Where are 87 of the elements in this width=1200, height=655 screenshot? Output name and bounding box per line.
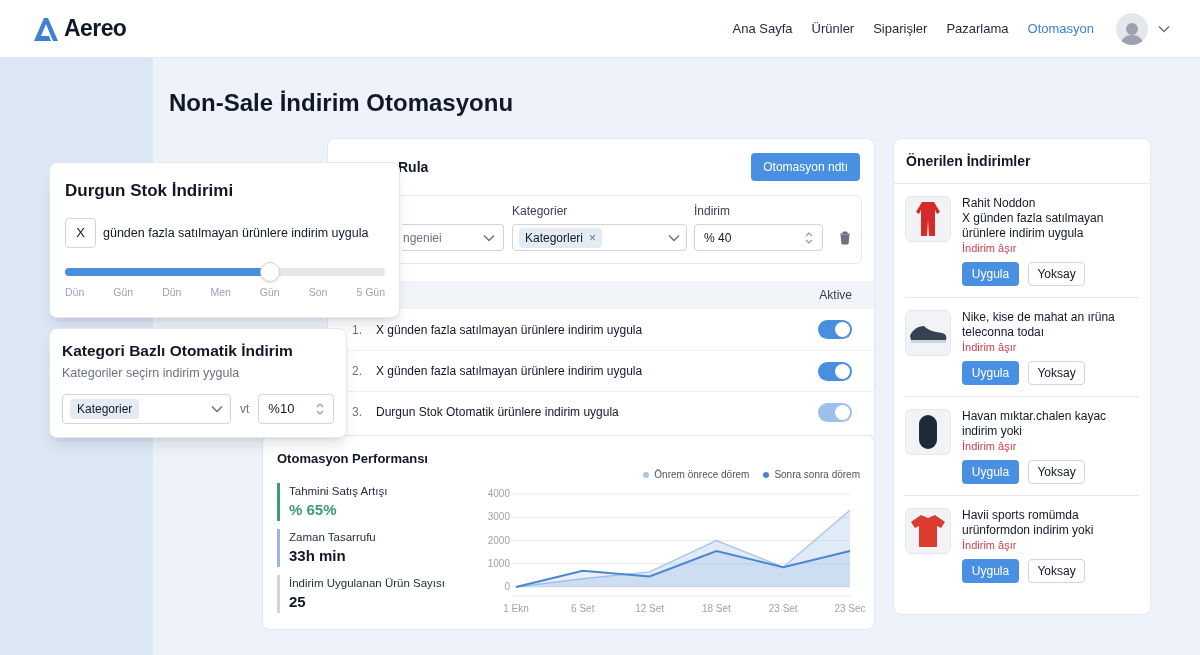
brand-name: Aereo	[64, 14, 127, 44]
suggestion-text: X günden fazla satılmayan ürünlere indirim uygula	[962, 211, 1105, 241]
mouse-drawing	[918, 414, 938, 450]
field-label: İndirim	[694, 203, 731, 220]
y-tick-label: 2000	[487, 534, 510, 546]
x-tick-label: 12 Set	[635, 603, 665, 614]
stepper-icon[interactable]	[316, 401, 324, 416]
scale-label: Gün	[259, 285, 280, 300]
chevron-down-icon	[211, 404, 223, 413]
x-tick-label: 6 Set	[571, 603, 595, 614]
rule-text: Durgun Stok Otomatik ürünlere indirim uygula	[376, 404, 620, 421]
product-name: Rahit Noddon	[962, 196, 1037, 211]
chevron-down-icon	[483, 233, 495, 242]
category-select[interactable]: Kategorier	[62, 393, 231, 424]
ignore-button[interactable]: Yoksay	[1028, 262, 1085, 286]
suggestion-note: İndirim âşır	[962, 340, 1018, 355]
field-label: Kategorier	[512, 203, 569, 220]
nav-link[interactable]: Pazarlama	[946, 18, 1009, 39]
chevron-down-icon	[1158, 24, 1170, 33]
scale-label: 5 Gün	[356, 285, 385, 300]
discount-input[interactable]: % 40	[694, 224, 823, 251]
stat-label: Zaman Tasarrufu	[289, 529, 377, 545]
trash-icon[interactable]	[839, 231, 851, 245]
y-tick-label: 4000	[487, 488, 510, 499]
y-tick-label: 3000	[487, 511, 510, 523]
toggle-switch[interactable]	[818, 320, 852, 339]
stat-label: İndirim Uygulanan Ürün Sayısı	[289, 575, 446, 591]
stat-value: 33h min	[289, 545, 347, 566]
ignore-button[interactable]: Yoksay	[1028, 460, 1085, 484]
x-tick-label: 1 Ekn	[503, 603, 529, 614]
stepper-icon[interactable]	[805, 230, 813, 245]
card-title: Kategori Bazlı Otomatik İndirim	[62, 341, 294, 361]
scale-label: Dün	[162, 285, 182, 300]
row-number: 2.	[352, 363, 363, 380]
category-select[interactable]: Kategorleri ×	[512, 224, 687, 251]
jacket-drawing	[914, 200, 942, 238]
avatar[interactable]	[1116, 12, 1148, 45]
chevron-down-icon	[668, 233, 680, 242]
scale-label: Dün	[65, 285, 85, 300]
joiner-text: vt	[240, 400, 250, 418]
rule-text: günden fazla satılmayan ürünlere indirim uygula	[103, 224, 369, 242]
x-tick-label: 23 Sec	[834, 603, 866, 614]
stat-label: Tahmini Satış Artışı	[289, 483, 389, 499]
category-chip: Kategorier	[70, 398, 140, 419]
chip-remove[interactable]: ×	[589, 228, 597, 247]
card-title: Önerilen İndirimler	[906, 151, 1031, 171]
row-number: 1.	[352, 321, 363, 339]
stat-value: % 65%	[289, 499, 338, 520]
days-input[interactable]: X	[65, 218, 96, 248]
nav-link[interactable]: Ürünler	[811, 18, 855, 39]
chip-label: Kategorleri	[525, 229, 584, 247]
y-tick-label: 1000	[487, 557, 510, 569]
suggestion-note: İndirim âşır	[962, 538, 1018, 553]
suggestion-text: Havan mıktar.chalen kayac indirim yoki	[962, 409, 1108, 439]
nav-link[interactable]: Ana Sayfa	[732, 18, 793, 39]
scale-label: Son	[308, 285, 328, 300]
nav-link[interactable]: Siparişler	[873, 18, 928, 39]
x-tick-label: 23 Set	[768, 603, 798, 614]
rule-text: X günden fazla satılmayan ürünlere indirim uygula	[376, 363, 644, 380]
slider-thumb[interactable]	[259, 262, 280, 282]
discount-input[interactable]: %10	[258, 393, 334, 424]
suggestion-note: İndirim âşır	[962, 241, 1018, 256]
ignore-button[interactable]: Yoksay	[1028, 361, 1085, 385]
ignore-button[interactable]: Yoksay	[1028, 559, 1085, 583]
rule-text: X günden fazla satılmayan ürünlere indirim uygula	[376, 321, 644, 339]
nav-link[interactable]: Otomasyon	[1027, 18, 1094, 39]
select-field[interactable]: ngeniei	[402, 224, 504, 251]
toggle-switch[interactable]	[818, 361, 852, 381]
x-tick-label: 18 Set	[701, 603, 731, 614]
section-title: Otomasyon Performansı	[277, 450, 429, 468]
page-title: Non-Sale İndirim Otomasyonu	[169, 88, 515, 118]
slider-track[interactable]	[65, 262, 385, 282]
y-tick-label: 0	[504, 581, 510, 592]
scale-label: Men	[210, 285, 231, 300]
row-number: 3.	[352, 404, 363, 421]
legend-label: Sonra sonra dörem	[774, 468, 860, 482]
suggestion-text: Havii sports romümda urünformdon indirim yoki	[962, 508, 1095, 538]
scale-label: Gün	[113, 285, 134, 300]
card-title: Rula	[398, 157, 429, 177]
legend-label: Önrem önrece dörem	[654, 468, 750, 482]
card-subtitle: Kategoriler seçirn indirim yygula	[62, 365, 241, 382]
logo-icon	[32, 15, 60, 42]
card-title: Durgun Stok İndirimi	[65, 180, 235, 202]
suggestion-note: İndirim âşır	[962, 439, 1018, 454]
suggestion-text: Nike, kise de mahat an ırüna teleconna todaı	[962, 310, 1116, 340]
stat-value: 25	[289, 591, 307, 612]
column-header: Aktive	[819, 287, 852, 304]
